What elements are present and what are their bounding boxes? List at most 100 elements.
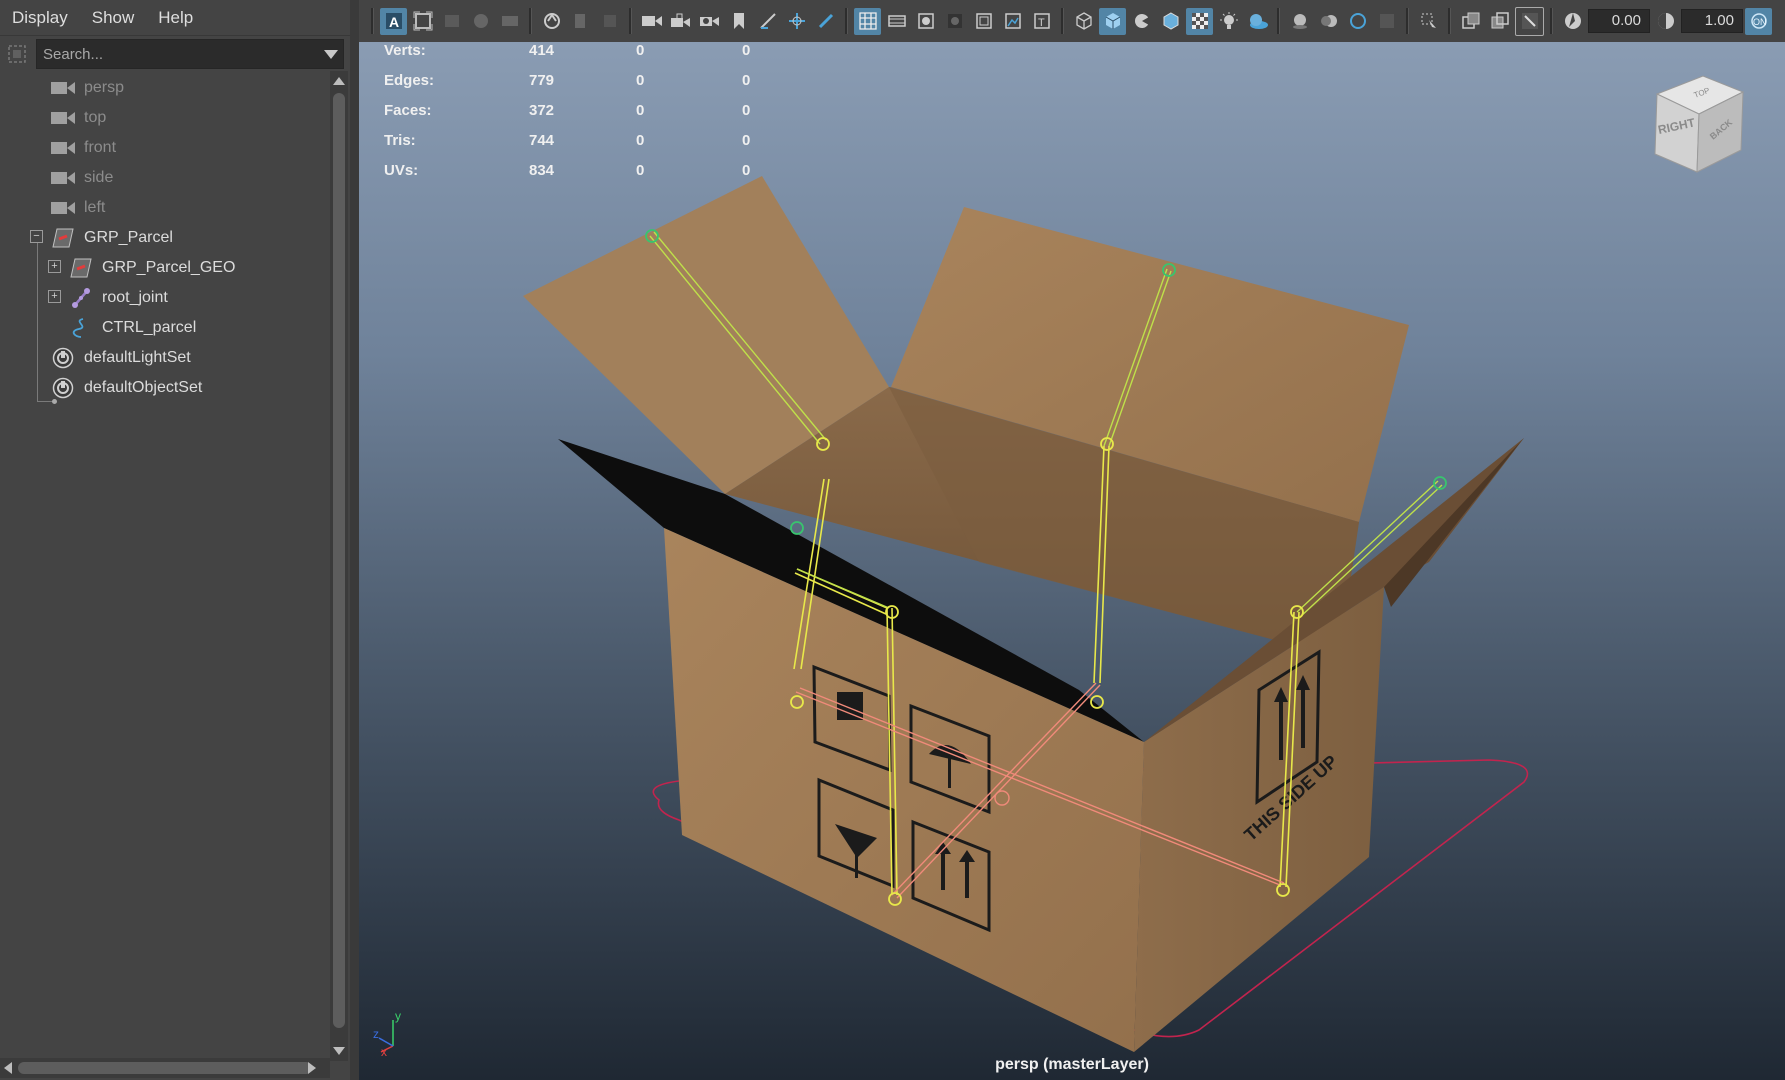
hud-label: UVs: [384,162,419,179]
camera-icon [50,197,76,219]
default-material-icon[interactable] [1128,8,1155,35]
filter-icon[interactable] [6,43,28,65]
xray-joints-icon[interactable] [1486,8,1513,35]
bookmark-camera-icon[interactable] [696,8,723,35]
hud-value: 779 [529,72,555,89]
menu-display[interactable]: Display [0,0,80,35]
outliner-item-grp-parcel-geo[interactable]: GRP_Parcel_GEO [68,253,235,283]
hud-value: 0 [742,72,751,89]
wireframe-icon[interactable] [1070,8,1097,35]
grease-pencil-icon[interactable] [596,8,623,35]
expand-grp-parcel-geo[interactable]: + [48,260,61,273]
depth-of-field-icon[interactable] [1373,8,1400,35]
motion-blur-icon[interactable] [1315,8,1342,35]
viewport-persp[interactable]: THIS SIDE UP Verts: 414 0 0 Edges: 779 0… [359,42,1785,1080]
outliner-item-front[interactable]: front [50,133,116,163]
hud-value: 834 [529,162,555,179]
camera-icon[interactable] [638,8,665,35]
search-dropdown-icon[interactable] [319,49,343,59]
smooth-shade-icon[interactable] [1099,7,1126,35]
lock-camera-icon[interactable] [667,8,694,35]
outliner-item-persp[interactable]: persp [50,73,124,103]
outliner-item-label: top [84,109,107,126]
hud-label: Faces: [384,102,432,119]
outliner-horizontal-scrollbar[interactable] [0,1058,330,1078]
move-tool-icon[interactable] [783,8,810,35]
axis-z-label: z [373,1027,379,1041]
scene-view[interactable]: THIS SIDE UP [359,42,1785,1080]
scroll-down-arrow-icon[interactable] [333,1047,345,1055]
outliner-item-ctrl-parcel[interactable]: CTRL_parcel [68,313,196,343]
frame-selected-icon[interactable] [438,8,465,35]
bookmark-icon[interactable] [725,8,752,35]
camera-attributes-icon[interactable] [538,8,565,35]
menu-show[interactable]: Show [80,0,147,35]
outliner-item-label: GRP_Parcel_GEO [102,259,236,276]
xray-icon[interactable] [1457,8,1484,35]
grid-icon[interactable] [854,7,881,35]
gamma-icon[interactable] [1652,8,1679,35]
hud-value: 0 [742,162,751,179]
film-strip-icon[interactable] [883,8,910,35]
hud-label: Verts: [384,42,426,59]
camera-icon [50,137,76,159]
outliner-menubar: Display Show Help [0,0,350,36]
view-cube[interactable]: TOP RIGHT BACK [1647,72,1751,176]
color-management-icon[interactable]: ON [1745,7,1772,35]
search-input[interactable] [37,40,319,68]
2d-pan-zoom-icon[interactable] [754,8,781,35]
joint-icon [68,287,94,309]
textured-icon[interactable] [1186,7,1213,35]
axis-y-label: y [395,1010,401,1023]
isolate-select-icon[interactable] [1415,8,1442,35]
resolution-gate-icon[interactable] [496,8,523,35]
hud-value: 0 [742,102,751,119]
expand-root-joint[interactable]: + [48,290,61,303]
outliner-item-label: root_joint [102,289,168,306]
object-set-icon [50,377,76,399]
outliner-item-label: defaultObjectSet [84,379,203,396]
box-right-flap-top [1384,438,1524,607]
exposure-field[interactable]: 0.00 [1588,9,1650,33]
object-set-icon [50,347,76,369]
shadows-icon[interactable] [1244,8,1271,35]
safe-action-icon[interactable] [912,8,939,35]
wireframe-on-shaded-icon[interactable] [1157,8,1184,35]
scroll-right-arrow-icon[interactable] [308,1062,316,1074]
select-camera-icon[interactable]: A [380,7,407,35]
svg-text:A: A [389,14,399,30]
lighting-icon[interactable] [1215,8,1242,35]
xray-active-components-icon[interactable] [1515,6,1544,36]
gate-mask-icon[interactable] [941,8,968,35]
paint-brush-icon[interactable] [812,8,839,35]
exposure-icon[interactable] [1559,8,1586,35]
text-overlay-icon[interactable]: T [1028,8,1055,35]
menu-help[interactable]: Help [146,0,205,35]
outliner-vertical-scrollbar[interactable] [330,71,348,1061]
outliner-item-left[interactable]: left [50,193,105,223]
scroll-left-arrow-icon[interactable] [4,1062,12,1074]
outliner-item-default-light-set[interactable]: defaultLightSet [50,343,191,373]
collapse-grp-parcel[interactable]: − [30,230,43,243]
scrollbar-thumb[interactable] [18,1062,312,1074]
outliner-item-top[interactable]: top [50,103,106,133]
hud-value: 414 [529,42,555,59]
outliner-item-default-object-set[interactable]: defaultObjectSet [50,373,202,403]
scrollbar-thumb[interactable] [333,93,345,1028]
safe-title-icon[interactable] [999,8,1026,35]
hud-value: 0 [636,132,645,149]
frame-all-icon[interactable] [409,8,436,35]
outliner-item-side[interactable]: side [50,163,113,193]
image-plane-icon[interactable] [567,8,594,35]
film-gate-icon[interactable] [467,8,494,35]
outliner-tree: − + + persp top front side left GRP_Parc… [0,71,328,1051]
panel-splitter[interactable] [350,0,359,1080]
anti-aliasing-icon[interactable] [1344,8,1371,35]
outliner-item-root-joint[interactable]: root_joint [68,283,168,313]
field-chart-icon[interactable] [970,8,997,35]
nurbs-curve-icon [68,317,94,339]
screen-space-ao-icon[interactable] [1286,8,1313,35]
scroll-up-arrow-icon[interactable] [333,77,345,85]
outliner-item-grp-parcel[interactable]: GRP_Parcel [50,223,173,253]
gamma-field[interactable]: 1.00 [1681,9,1743,33]
